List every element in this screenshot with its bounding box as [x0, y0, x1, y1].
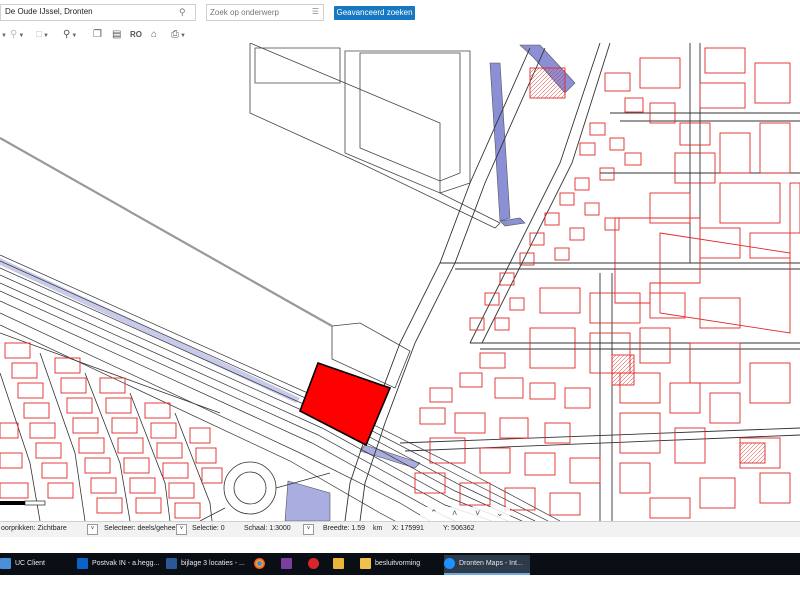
object-search-input[interactable]: [210, 6, 302, 19]
taskbar-item-uc-client[interactable]: UC Client: [0, 555, 70, 573]
parcel-outlines: [249, 43, 501, 389]
status-bar: oorprikken: Zichtbare ˅ Selecteer: deels…: [0, 521, 800, 537]
word-icon: [166, 557, 177, 569]
list-icon[interactable]: ☰: [312, 7, 319, 16]
uc-client-icon: [0, 557, 11, 569]
list-doc-icon[interactable]: ▤: [112, 28, 121, 42]
location-search-field[interactable]: De Oude IJssel, Dronten ⚲: [0, 4, 196, 21]
folder-yellow-icon: [360, 557, 371, 569]
selecteer-label: Selecteer: deels/geheel: [104, 525, 178, 532]
panel-collapse-controls: ⌃ ˄ ˅ ⌄: [420, 507, 510, 521]
chrome-icon: [254, 557, 265, 569]
pan-icon[interactable]: ▼: [0, 28, 7, 42]
search-bar: De Oude IJssel, Dronten ⚲ ☰ Geavanceerd …: [0, 0, 800, 26]
map-canvas[interactable]: [0, 43, 800, 521]
taskbar-item-chrome[interactable]: [254, 555, 274, 573]
y-coordinate: Y: 506362: [443, 525, 475, 532]
onenote-icon: [281, 557, 292, 569]
double-chevron-down-icon[interactable]: ⌄: [496, 508, 504, 519]
map-toolbar: ▼ ⚲▼ □▼ ⚲▼ ❐ ▤ RO ⌂ ⎙▼: [0, 27, 800, 43]
red-app-icon: [308, 557, 319, 569]
doorprikken-label: oorprikken: Zichtbare: [1, 525, 67, 532]
zoom-icon[interactable]: ⚲▼: [63, 28, 77, 42]
railway-lines: [0, 254, 561, 521]
marker-icon[interactable]: ⚲▼: [10, 28, 24, 42]
double-chevron-up-icon[interactable]: ⌃: [430, 508, 438, 519]
main-roads-grey: [0, 137, 333, 327]
chevron-down-icon[interactable]: ˅: [475, 508, 480, 518]
taskbar-item-besluitvorming[interactable]: besluitvorming: [360, 555, 435, 573]
taskbar-item-dronten-maps[interactable]: Dronten Maps - Int...: [444, 555, 530, 575]
print-icon[interactable]: ⎙▼: [171, 28, 186, 42]
advanced-search-button[interactable]: Geavanceerd zoeken: [334, 6, 415, 20]
breedte-label: Breedte: 1.59: [323, 525, 366, 532]
taskbar-item-explorer[interactable]: [333, 555, 353, 573]
selectie-label: Selectie: 0: [192, 525, 225, 532]
schaal-label: Schaal: 1:3000: [244, 525, 291, 532]
copy-icon[interactable]: ❐: [93, 28, 102, 42]
map-svg: [0, 43, 800, 521]
window-bottom-gap: [0, 537, 800, 553]
x-coordinate: X: 175991: [392, 525, 424, 532]
ro-icon[interactable]: RO: [130, 28, 142, 42]
document-icon[interactable]: □▼: [36, 28, 49, 42]
scale-bar: [0, 500, 46, 506]
building-outlines: [0, 47, 800, 519]
doorprikken-dropdown[interactable]: ˅: [87, 524, 98, 535]
windows-taskbar: UC Client Postvak IN - a.hegg... bijlage…: [0, 553, 800, 575]
object-search-field[interactable]: ☰: [206, 4, 324, 21]
folder-icon: [333, 557, 344, 569]
taskbar-item-red-app[interactable]: [308, 555, 328, 573]
main-roads: [344, 43, 800, 521]
bottom-margin: [0, 575, 800, 600]
chevron-up-icon[interactable]: ˄: [452, 508, 457, 518]
taskbar-item-onenote[interactable]: [281, 555, 301, 573]
app-window: { "search": { "location_value": "De Oude…: [0, 0, 800, 600]
taskbar-item-word[interactable]: bijlage 3 locaties - ...: [166, 555, 246, 573]
breedte-unit: km: [373, 525, 383, 532]
search-icon[interactable]: ⚲: [179, 7, 190, 18]
schaal-dropdown[interactable]: ˅: [303, 524, 314, 535]
selecteer-dropdown[interactable]: ˅: [176, 524, 187, 535]
camera-house-icon[interactable]: ⌂: [151, 28, 157, 42]
ie-icon: [444, 557, 455, 569]
outlook-icon: [77, 557, 88, 569]
water-features: [0, 44, 576, 521]
location-search-value: De Oude IJssel, Dronten: [5, 7, 93, 16]
taskbar-item-outlook[interactable]: Postvak IN - a.hegg...: [77, 555, 163, 573]
